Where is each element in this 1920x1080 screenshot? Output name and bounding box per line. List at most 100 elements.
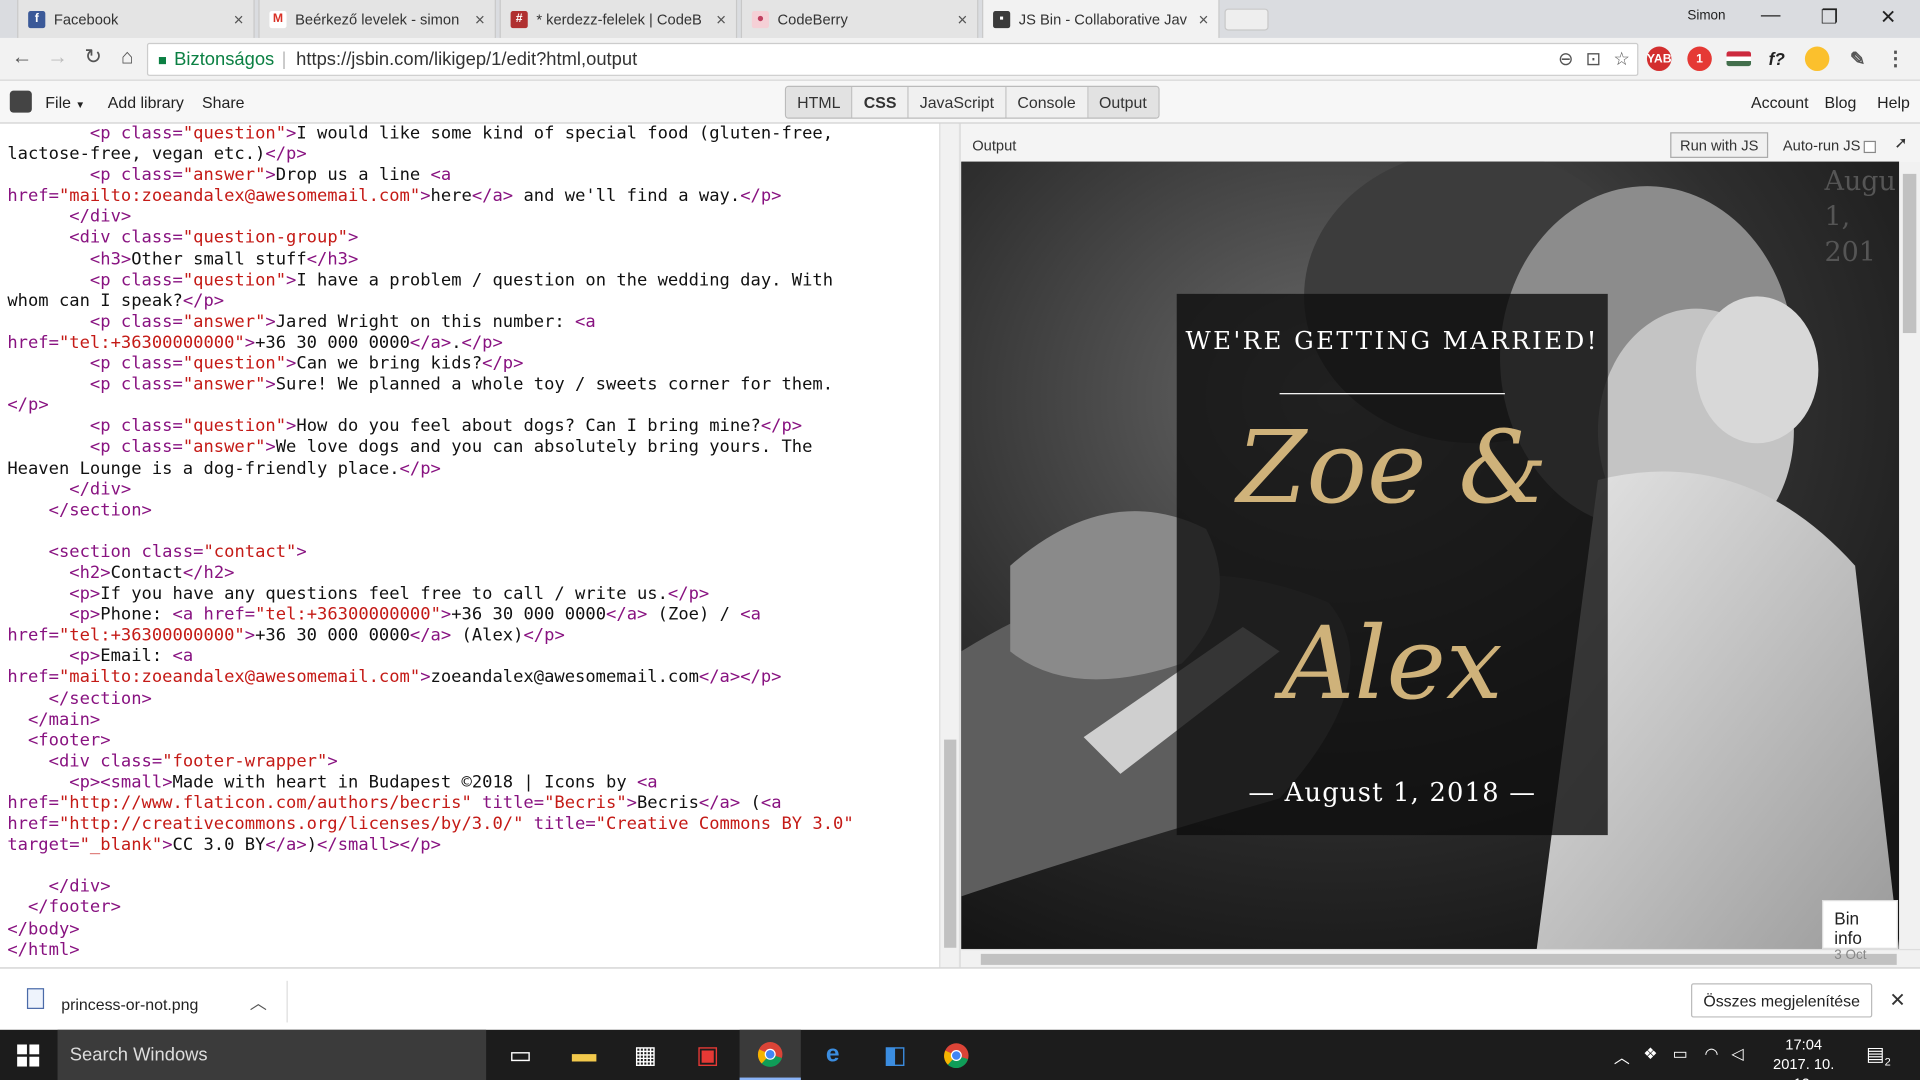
hungarian-flag-icon[interactable] — [1726, 51, 1752, 67]
output-vertical-scrollbar[interactable] — [1899, 161, 1920, 949]
edge-icon[interactable]: e — [802, 1030, 863, 1080]
bookmark-star-icon[interactable]: ☆ — [1613, 48, 1629, 70]
code-line[interactable]: <h2>Contact</h2> — [7, 563, 939, 584]
tab-javascript[interactable]: JavaScript — [909, 86, 1007, 118]
code-line[interactable]: <section class="contact"> — [7, 542, 939, 563]
tab-css[interactable]: CSS — [853, 86, 909, 118]
zoom-icon[interactable]: ⊖ — [1558, 48, 1573, 70]
code-line[interactable]: <p class="answer">Drop us a line <a — [7, 166, 939, 187]
code-line[interactable]: </div> — [7, 480, 939, 501]
wifi-icon[interactable]: ◠ — [1704, 1044, 1718, 1064]
tab-codeberry[interactable]: ● CodeBerry × — [740, 0, 979, 38]
taskbar-search-input[interactable]: Search Windows — [57, 1029, 487, 1080]
tab-gmail[interactable]: M Beérkező levelek - simon × — [258, 0, 496, 38]
new-tab-button[interactable] — [1224, 8, 1269, 31]
file-explorer-icon[interactable]: ▬ — [553, 1030, 614, 1080]
eyedropper-icon[interactable]: ✎ — [1845, 47, 1869, 71]
app-icon[interactable]: ◧ — [864, 1030, 925, 1080]
autorun-checkbox[interactable] — [1864, 140, 1877, 153]
add-library-menu[interactable]: Add library — [108, 93, 184, 111]
tab-jsbin[interactable]: ▪ JS Bin - Collaborative Jav × — [982, 0, 1220, 38]
code-line[interactable]: </div> — [7, 207, 939, 228]
task-view-icon[interactable]: ▭ — [490, 1030, 551, 1080]
run-with-js-button[interactable]: Run with JS — [1670, 132, 1769, 158]
code-line[interactable]: <p><small>Made with heart in Budapest ©2… — [7, 773, 939, 794]
minimize-icon[interactable]: — — [1756, 5, 1785, 27]
download-filename[interactable]: princess-or-not.png — [61, 996, 198, 1014]
chevron-up-icon[interactable]: ︿ — [250, 991, 267, 1015]
code-line[interactable]: </p> — [7, 396, 939, 417]
bin-info-panel[interactable]: Bin info 3 Oct — [1822, 900, 1898, 962]
code-line[interactable]: </section> — [7, 689, 939, 710]
output-horizontal-scrollbar[interactable] — [961, 948, 1920, 968]
dropbox-icon[interactable]: ❖ — [1643, 1044, 1657, 1064]
url-text[interactable]: https://jsbin.com/likigep/1/edit?html,ou… — [296, 49, 637, 70]
code-line[interactable]: href="http://www.flaticon.com/authors/be… — [7, 793, 939, 814]
tab-codeberry-question[interactable]: # * kerdezz-felelek | CodeB × — [499, 0, 738, 38]
close-tab-icon[interactable]: × — [475, 9, 485, 29]
system-clock[interactable]: 17:04 2017. 10. 12. — [1763, 1035, 1844, 1080]
popout-icon[interactable]: ➚ — [1894, 133, 1907, 153]
file-menu[interactable]: File ▼ — [45, 93, 85, 111]
tab-html[interactable]: HTML — [786, 86, 853, 118]
back-icon[interactable]: ← — [10, 45, 34, 69]
editor-scrollbar[interactable] — [939, 123, 959, 968]
profile-name[interactable]: Simon — [1687, 9, 1725, 24]
code-line[interactable]: <p class="answer">Jared Wright on this n… — [7, 312, 939, 333]
code-line[interactable]: <p>If you have any questions feel free t… — [7, 584, 939, 605]
yab-extension-icon[interactable]: YAB — [1647, 46, 1672, 72]
chevron-up-icon[interactable]: ︿ — [1614, 1044, 1630, 1067]
html-code-editor[interactable]: <p class="question">I would like some ki… — [0, 123, 940, 968]
home-icon[interactable]: ⌂ — [115, 45, 139, 69]
code-line[interactable]: <p class="question">I have a problem / q… — [7, 270, 939, 291]
reload-icon[interactable]: ↻ — [81, 45, 105, 69]
code-line[interactable]: <p class="answer">Sure! We planned a who… — [7, 375, 939, 396]
close-tab-icon[interactable]: × — [957, 9, 967, 29]
code-line[interactable]: href="tel:+36300000000">+36 30 000 0000<… — [7, 333, 939, 354]
code-line[interactable]: target="_blank">CC 3.0 BY</a>)</small></… — [7, 835, 939, 856]
font-extension-icon[interactable]: f? — [1764, 47, 1788, 71]
chrome-icon[interactable] — [739, 1029, 801, 1080]
output-vscroll-thumb[interactable] — [1902, 173, 1917, 334]
editor-scrollbar-thumb[interactable] — [944, 739, 957, 948]
close-tab-icon[interactable]: × — [1199, 9, 1209, 29]
jsbin-logo[interactable] — [9, 90, 32, 113]
gift-icon[interactable]: ▣ — [677, 1030, 738, 1080]
notification-icon[interactable]: ▤2 — [1866, 1042, 1891, 1067]
chrome-icon[interactable] — [926, 1030, 987, 1080]
color-extension-icon[interactable] — [1804, 46, 1830, 72]
code-line[interactable]: <p class="question">Can we bring kids?</… — [7, 354, 939, 375]
code-line[interactable]: lactose-free, vegan etc.)</p> — [7, 145, 939, 166]
code-line[interactable]: </div> — [7, 877, 939, 898]
adblock-extension-icon[interactable]: 1 — [1687, 46, 1712, 72]
volume-icon[interactable]: ◁ — [1731, 1044, 1743, 1064]
code-line[interactable]: <p>Phone: <a href="tel:+36300000000">+36… — [7, 605, 939, 626]
tab-output[interactable]: Output — [1087, 86, 1158, 118]
code-line[interactable]: </footer> — [7, 898, 939, 919]
code-line[interactable]: </main> — [7, 710, 939, 731]
tab-facebook[interactable]: f Facebook × — [17, 0, 255, 38]
windows-start-icon[interactable] — [17, 1044, 40, 1067]
menu-kebab-icon[interactable]: ⋮ — [1883, 47, 1907, 71]
code-line[interactable]: </html> — [7, 940, 939, 961]
close-icon[interactable]: ✕ — [1889, 988, 1905, 1012]
blog-link[interactable]: Blog — [1824, 93, 1856, 111]
code-line[interactable]: <footer> — [7, 731, 939, 752]
close-tab-icon[interactable]: × — [234, 9, 244, 29]
code-line[interactable]: <div class="question-group"> — [7, 228, 939, 249]
code-line[interactable]: whom can I speak?</p> — [7, 291, 939, 312]
code-line[interactable]: ​ — [7, 856, 939, 877]
code-line[interactable]: <p>Email: <a — [7, 647, 939, 668]
help-menu[interactable]: Help — [1877, 93, 1910, 111]
share-menu[interactable]: Share — [202, 93, 244, 111]
tab-console[interactable]: Console — [1006, 86, 1088, 118]
code-line[interactable]: <p class="question">How do you feel abou… — [7, 417, 939, 438]
code-line[interactable]: <div class="footer-wrapper"> — [7, 752, 939, 773]
close-tab-icon[interactable]: × — [716, 9, 726, 29]
show-all-downloads-button[interactable]: Összes megjelenítése — [1691, 983, 1873, 1018]
code-line[interactable]: </section> — [7, 500, 939, 521]
code-line[interactable]: <p class="answer">We love dogs and you c… — [7, 438, 939, 459]
account-menu[interactable]: Account — [1751, 93, 1809, 111]
code-line[interactable]: <p class="question">I would like some ki… — [7, 124, 939, 145]
code-line[interactable]: href="mailto:zoeandalex@awesomemail.com"… — [7, 668, 939, 689]
